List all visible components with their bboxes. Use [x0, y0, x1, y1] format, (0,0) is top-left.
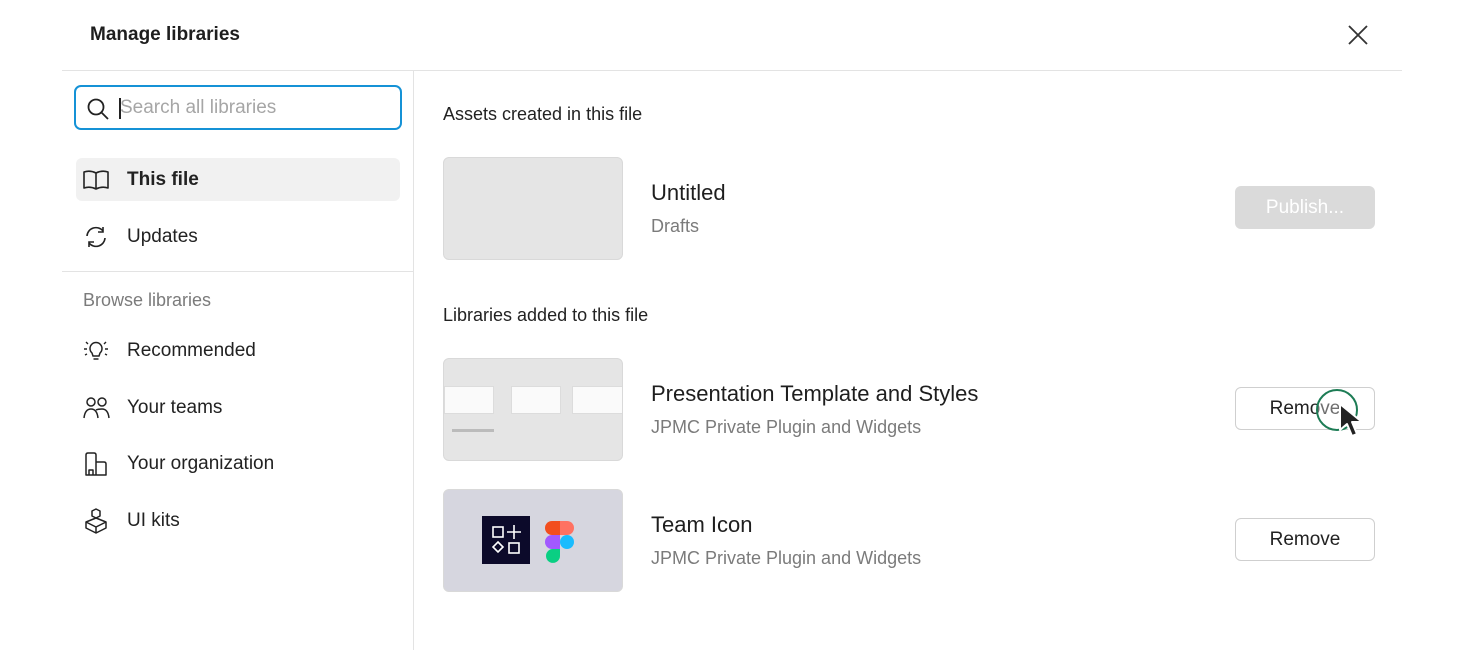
sidebar-item-recommended[interactable]: Recommended: [76, 329, 400, 372]
search-icon: [87, 98, 109, 120]
library-name: Team Icon: [651, 512, 753, 537]
libraries-heading: Libraries added to this file: [443, 305, 649, 325]
book-icon: [81, 165, 111, 195]
sidebar-item-label: Recommended: [127, 339, 256, 361]
close-button[interactable]: [1344, 21, 1372, 49]
library-row: Presentation Template and Styles JPMC Pr…: [443, 358, 1375, 461]
file-thumbnail: [443, 157, 623, 260]
sidebar-divider: [62, 271, 413, 272]
thumbnail-slide: [511, 386, 561, 414]
text-caret: [119, 98, 121, 119]
sidebar-item-updates[interactable]: Updates: [76, 215, 400, 258]
search-input[interactable]: [120, 93, 390, 123]
sidebar-item-ui-kits[interactable]: UI kits: [76, 499, 400, 542]
building-icon: [81, 449, 111, 479]
mouse-pointer-icon: [1338, 402, 1368, 442]
file-location: Drafts: [651, 216, 700, 236]
search-box[interactable]: [74, 85, 402, 130]
assets-heading: Assets created in this file: [443, 104, 643, 124]
main-panel: Assets created in this file Untitled Dra…: [415, 71, 1415, 650]
publish-button[interactable]: Publish...: [1235, 186, 1375, 229]
refresh-icon: [81, 222, 111, 252]
thumbnail-slide: [572, 386, 622, 414]
sidebar-item-label: Your organization: [127, 452, 275, 474]
sidebar-item-your-teams[interactable]: Your teams: [76, 386, 400, 429]
library-org: JPMC Private Plugin and Widgets: [651, 417, 922, 437]
library-org: JPMC Private Plugin and Widgets: [651, 548, 922, 568]
library-thumbnail: [443, 489, 623, 592]
sidebar-item-label: Your teams: [127, 396, 223, 418]
dialog-title: Manage libraries: [90, 24, 240, 45]
remove-button[interactable]: Remove: [1235, 518, 1375, 561]
figma-logo-icon: [545, 520, 575, 564]
file-name: Untitled: [651, 180, 726, 205]
library-thumbnail: [443, 358, 623, 461]
sidebar-item-label: This file: [127, 168, 199, 190]
library-name: Presentation Template and Styles: [651, 381, 979, 406]
dialog-header: Manage libraries: [0, 0, 1461, 72]
package-icon: [81, 506, 111, 536]
sidebar-item-label: Updates: [127, 225, 198, 247]
library-row: Team Icon JPMC Private Plugin and Widget…: [443, 489, 1375, 592]
close-icon: [1348, 25, 1368, 45]
lightbulb-icon: [81, 336, 111, 366]
people-icon: [81, 393, 111, 423]
sidebar-item-this-file[interactable]: This file: [76, 158, 400, 201]
sidebar: This file Updates Browse libraries Recom…: [62, 71, 414, 650]
thumbnail-slide: [444, 386, 494, 414]
components-badge-icon: [482, 516, 530, 564]
sidebar-item-your-organization[interactable]: Your organization: [76, 442, 400, 485]
thumbnail-line: [452, 429, 494, 432]
current-file-row: Untitled Drafts Publish...: [443, 157, 1375, 260]
sidebar-item-label: UI kits: [127, 509, 180, 531]
browse-heading: Browse libraries: [83, 290, 212, 310]
